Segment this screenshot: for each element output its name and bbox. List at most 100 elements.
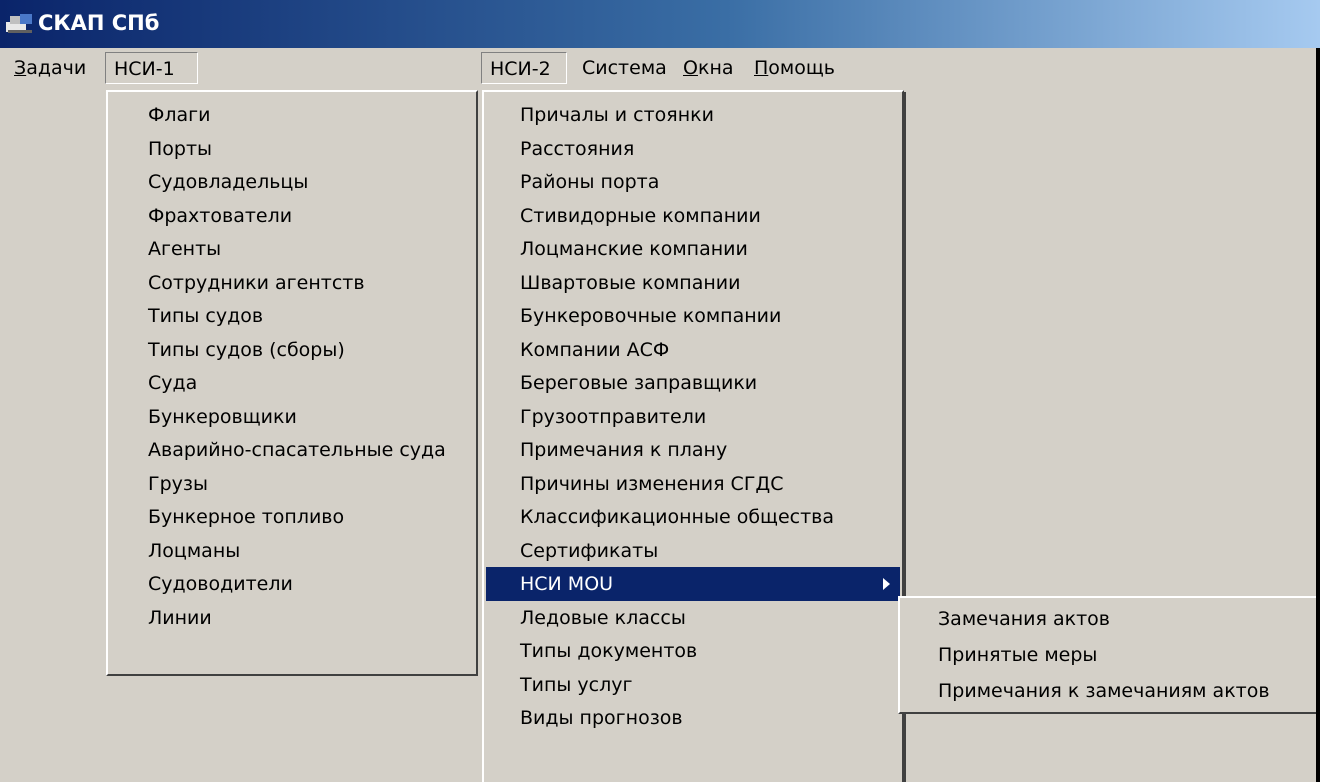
nsi2-menu-item-label: Причины изменения СГДС (520, 472, 784, 495)
nsi2-menu-item-item-1[interactable]: Расстояния (486, 132, 900, 166)
nsi2-menu-item-label: Типы услуг (520, 673, 633, 696)
mou-menu-item-item-1[interactable]: Принятые меры (902, 638, 1318, 672)
app-window: СКАП СПб Задачи НСИ-1 НСИ-2 Система Окна… (0, 0, 1320, 782)
nsi1-menu-item-label: Бункерное топливо (148, 506, 345, 528)
nsi2-menu-item-item-6[interactable]: Бункеровочные компании (486, 299, 900, 333)
menu-bar: Задачи НСИ-1 НСИ-2 Система Окна Помощь (0, 48, 1320, 90)
menu-nsi1[interactable]: НСИ-1 (105, 52, 198, 84)
nsi1-menu-item-item-4[interactable]: Агенты (110, 232, 474, 266)
nsi1-menu-item-item-6[interactable]: Типы судов (110, 299, 474, 333)
menu-help-label: омощь (768, 57, 835, 79)
nsi2-menu-item-label: Стивидорные компании (520, 204, 761, 227)
nsi2-menu-item-label: Бункеровочные компании (520, 305, 782, 327)
nsi1-menu-item-item-7[interactable]: Типы судов (сборы) (110, 333, 474, 367)
nsi1-menu-item-item-11[interactable]: Грузы (110, 467, 474, 501)
mou-menu-item-label: Замечания актов (938, 608, 1110, 630)
nsi2-menu-item-label: Грузоотправители (520, 405, 707, 428)
nsi2-menu-item-item-0[interactable]: Причалы и стоянки (486, 98, 900, 132)
nsi2-menu-item-label: Компании АСФ (520, 338, 670, 361)
nsi2-menu-item-item-8[interactable]: Береговые заправщики (486, 366, 900, 400)
nsi1-menu-item-label: Судоводители (148, 573, 293, 595)
nsi2-menu-item-label: Типы документов (520, 640, 698, 662)
nsi2-menu-item-label: Примечания к плану (520, 439, 728, 461)
nsi2-menu-item-item-7[interactable]: Компании АСФ (486, 333, 900, 367)
mou-menu-item-label: Принятые меры (938, 644, 1098, 666)
nsi1-menu-item-item-2[interactable]: Судовладельцы (110, 165, 474, 199)
nsi2-menu-item-item-14[interactable]: НСИ MOU (486, 567, 900, 601)
menu-tasks-accel: З (14, 57, 27, 79)
nsi2-menu-item-item-9[interactable]: Грузоотправители (486, 400, 900, 434)
menu-tasks[interactable]: Задачи (6, 52, 94, 84)
nsi1-menu-item-label: Грузы (148, 472, 208, 495)
window-edge (1316, 48, 1320, 782)
mou-menu-item-item-0[interactable]: Замечания актов (902, 602, 1318, 636)
nsi2-menu-item-item-18[interactable]: Виды прогнозов (486, 701, 900, 735)
nsi1-menu-item-item-13[interactable]: Лоцманы (110, 534, 474, 568)
menu-windows[interactable]: Окна (675, 52, 742, 84)
nsi2-menu-item-label: НСИ MOU (520, 573, 614, 595)
nsi2-menu-item-label: Береговые заправщики (520, 372, 758, 394)
nsi2-menu-item-item-17[interactable]: Типы услуг (486, 668, 900, 702)
nsi1-menu-item-item-8[interactable]: Суда (110, 366, 474, 400)
menu-help-accel: П (754, 57, 769, 79)
nsi1-menu-item-item-14[interactable]: Судоводители (110, 567, 474, 601)
submenu-arrow-icon (883, 578, 890, 590)
menu-system[interactable]: Система (574, 52, 675, 84)
window-title: СКАП СПб (38, 11, 160, 35)
nsi2-menu-item-item-5[interactable]: Швартовые компании (486, 266, 900, 300)
menu-system-label: Система (582, 57, 667, 79)
menu-windows-accel: О (683, 57, 698, 79)
app-icon (6, 14, 32, 33)
nsi1-menu-item-item-12[interactable]: Бункерное топливо (110, 500, 474, 534)
nsi1-menu-item-label: Флаги (148, 104, 211, 126)
nsi1-menu-item-item-3[interactable]: Фрахтователи (110, 199, 474, 233)
nsi2-menu-item-label: Лоцманские компании (520, 238, 748, 260)
nsi1-menu-item-label: Типы судов (сборы) (148, 338, 345, 361)
nsi1-menu-item-label: Суда (148, 372, 198, 394)
nsi2-menu-item-label: Сертификаты (520, 539, 659, 562)
nsi2-menu-item-item-15[interactable]: Ледовые классы (486, 601, 900, 635)
nsi2-dropdown: Причалы и стоянки Расстояния Районы порта С… (482, 90, 904, 782)
mou-submenu: Замечания актов Принятые меры Примечания к… (898, 596, 1320, 714)
nsi2-menu-item-label: Классификационные общества (520, 506, 834, 528)
nsi2-menu-item-item-3[interactable]: Стивидорные компании (486, 199, 900, 233)
nsi2-menu-item-item-10[interactable]: Примечания к плану (486, 433, 900, 467)
nsi2-menu-item-item-4[interactable]: Лоцманские компании (486, 232, 900, 266)
menu-nsi2-label: НСИ-2 (490, 58, 551, 80)
nsi1-dropdown: Флаги Порты Судовладельцы Фрахтователи Агент… (106, 90, 478, 676)
nsi1-menu-item-item-1[interactable]: Порты (110, 132, 474, 166)
nsi2-menu-item-item-13[interactable]: Сертификаты (486, 534, 900, 568)
nsi1-menu-item-label: Сотрудники агентств (148, 271, 365, 294)
nsi2-menu-item-label: Ледовые классы (520, 606, 686, 629)
nsi1-menu-item-label: Типы судов (148, 305, 264, 327)
menu-windows-label: кна (697, 57, 734, 79)
nsi2-menu-item-label: Швартовые компании (520, 271, 741, 294)
menu-nsi2[interactable]: НСИ-2 (481, 52, 567, 84)
nsi2-menu-item-item-12[interactable]: Классификационные общества (486, 500, 900, 534)
nsi2-menu-item-item-2[interactable]: Районы порта (486, 165, 900, 199)
nsi1-menu-item-label: Судовладельцы (148, 171, 309, 193)
nsi1-menu-item-item-0[interactable]: Флаги (110, 98, 474, 132)
nsi1-menu-item-label: Лоцманы (148, 539, 241, 562)
nsi1-menu-item-item-15[interactable]: Линии (110, 601, 474, 635)
menu-nsi1-label: НСИ-1 (114, 58, 175, 80)
nsi2-menu-item-label: Расстояния (520, 137, 635, 160)
nsi2-menu-item-item-16[interactable]: Типы документов (486, 634, 900, 668)
nsi1-menu-item-label: Порты (148, 137, 213, 160)
nsi1-menu-item-label: Линии (148, 606, 212, 629)
nsi1-menu-item-label: Агенты (148, 238, 222, 260)
title-bar[interactable]: СКАП СПб (0, 0, 1320, 48)
nsi1-menu-item-label: Фрахтователи (148, 204, 293, 227)
nsi2-menu-item-label: Виды прогнозов (520, 707, 683, 729)
nsi1-menu-item-item-9[interactable]: Бункеровщики (110, 400, 474, 434)
nsi2-menu-item-label: Районы порта (520, 171, 660, 193)
mou-menu-item-label: Примечания к замечаниям актов (938, 680, 1270, 702)
nsi2-menu-item-item-11[interactable]: Причины изменения СГДС (486, 467, 900, 501)
menu-tasks-label: адачи (26, 57, 87, 79)
nsi2-menu-item-label: Причалы и стоянки (520, 104, 714, 126)
nsi1-menu-item-item-10[interactable]: Аварийно-спасательные суда (110, 433, 474, 467)
menu-help[interactable]: Помощь (746, 52, 843, 84)
nsi1-menu-item-item-5[interactable]: Сотрудники агентств (110, 266, 474, 300)
nsi1-menu-item-label: Аварийно-спасательные суда (148, 439, 446, 461)
mou-menu-item-item-2[interactable]: Примечания к замечаниям актов (902, 674, 1318, 708)
